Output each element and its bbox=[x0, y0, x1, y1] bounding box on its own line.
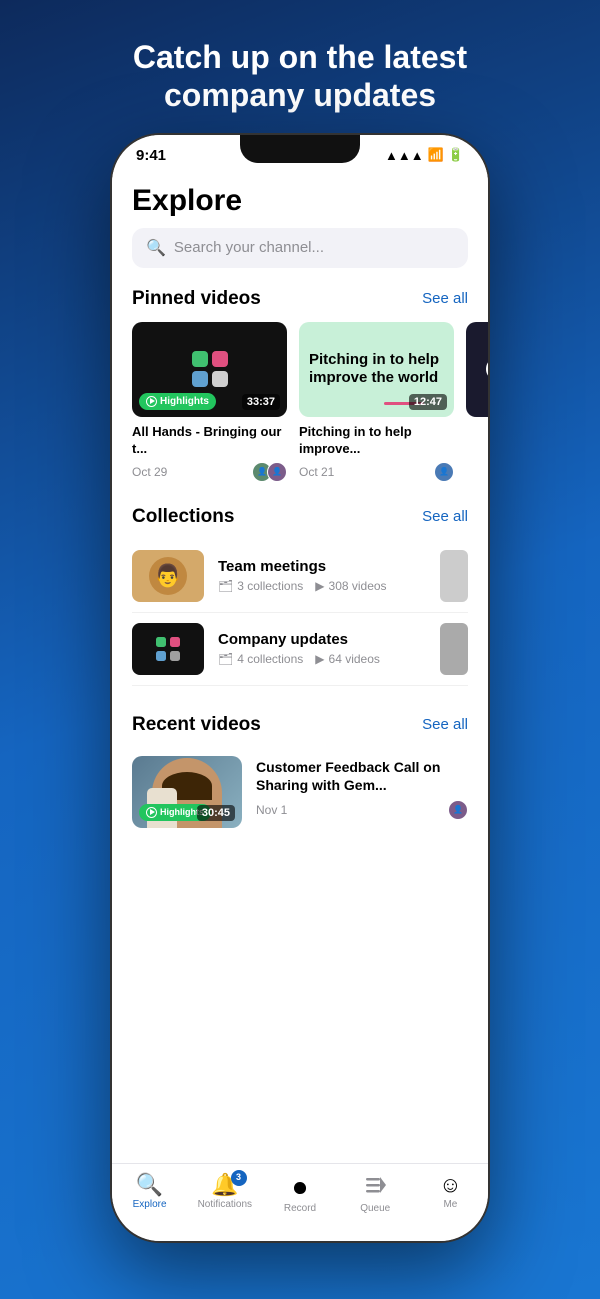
video-thumbnail-partial bbox=[466, 322, 488, 417]
highlights-badge: Highlights bbox=[139, 393, 216, 410]
notifications-icon: 🔔 3 bbox=[211, 1174, 238, 1196]
video-card-date: Oct 21 👤 bbox=[299, 462, 454, 482]
video-card[interactable]: Highlights 33:37 All Hands - Bringing ou… bbox=[132, 322, 287, 482]
collections-header: Collections See all bbox=[112, 502, 488, 540]
collection-name: Team meetings bbox=[218, 558, 426, 575]
pinned-videos-row: Highlights 33:37 All Hands - Bringing ou… bbox=[112, 322, 488, 502]
videos-count: ▶ 64 videos bbox=[315, 652, 380, 666]
list-item[interactable]: 👨 Team meetings 🗂 3 collections ▶ 308 vi… bbox=[132, 540, 468, 613]
explore-icon: 🔍 bbox=[136, 1174, 163, 1196]
videos-count: ▶ 308 videos bbox=[315, 579, 386, 593]
avatar: 👤 bbox=[267, 462, 287, 482]
app-logo-icon bbox=[186, 345, 234, 393]
collection-info: Company updates 🗂 4 collections ▶ 64 vid… bbox=[218, 631, 426, 666]
page-title: Explore bbox=[112, 170, 488, 228]
video-card-partial bbox=[466, 322, 488, 482]
top-headline: Catch up on the latest company updates bbox=[93, 0, 507, 133]
phone-content: Explore 🔍 Search your channel... Pinned … bbox=[112, 170, 488, 1172]
status-time: 9:41 bbox=[136, 147, 166, 164]
pinned-videos-see-all[interactable]: See all bbox=[422, 290, 468, 307]
tab-explore-label: Explore bbox=[133, 1199, 167, 1210]
queue-icon bbox=[364, 1174, 386, 1200]
video-icon: ▶ bbox=[315, 579, 324, 593]
video-title: Customer Feedback Call on Sharing with G… bbox=[256, 758, 468, 794]
duration-badge: 12:47 bbox=[409, 394, 447, 410]
collection-thumbnail: 👨 bbox=[132, 550, 204, 602]
recent-videos-title: Recent videos bbox=[132, 714, 261, 736]
video-thumbnail: Pitching in to help improve the world 12… bbox=[299, 322, 454, 417]
video-icon: ▶ bbox=[315, 652, 324, 666]
play-button-partial bbox=[486, 357, 488, 381]
tab-queue[interactable]: Queue bbox=[338, 1174, 413, 1214]
duration-badge: 33:37 bbox=[242, 394, 280, 410]
status-bar: 9:41 ▲▲▲ 📶 🔋 bbox=[112, 135, 488, 170]
collection-thumb-partial bbox=[440, 623, 468, 675]
search-placeholder-text: Search your channel... bbox=[174, 239, 324, 256]
collections-list: 👨 Team meetings 🗂 3 collections ▶ 308 vi… bbox=[112, 540, 488, 706]
collection-meta: 🗂 3 collections ▶ 308 videos bbox=[218, 579, 426, 593]
tab-record-label: Record bbox=[284, 1203, 316, 1214]
collections-count: 🗂 4 collections bbox=[218, 652, 303, 666]
collections-count: 🗂 3 collections bbox=[218, 579, 303, 593]
notch bbox=[240, 135, 360, 163]
avatar-group: 👤 👤 bbox=[252, 462, 287, 482]
phone-frame: 9:41 ▲▲▲ 📶 🔋 Explore 🔍 Search your chann… bbox=[110, 133, 490, 1243]
video-card-date: Oct 29 👤 👤 bbox=[132, 462, 287, 482]
collection-thumb-partial bbox=[440, 550, 468, 602]
recent-videos-see-all[interactable]: See all bbox=[422, 716, 468, 733]
list-item[interactable]: Highlights 30:45 Customer Feedback Call … bbox=[132, 748, 468, 836]
folder-icon: 🗂 bbox=[218, 579, 233, 593]
duration-badge: 30:45 bbox=[197, 805, 235, 821]
tab-notifications[interactable]: 🔔 3 Notifications bbox=[187, 1174, 262, 1210]
avatar-group: 👤 bbox=[434, 462, 454, 482]
app-logo-mini-icon bbox=[154, 635, 182, 663]
pinned-videos-title: Pinned videos bbox=[132, 288, 261, 310]
search-icon: 🔍 bbox=[146, 238, 166, 258]
tab-queue-label: Queue bbox=[360, 1203, 390, 1214]
recent-videos-list: Highlights 30:45 Customer Feedback Call … bbox=[112, 748, 488, 846]
collection-meta: 🗂 4 collections ▶ 64 videos bbox=[218, 652, 426, 666]
tab-me-label: Me bbox=[443, 1199, 457, 1210]
signal-icon: ▲▲▲ bbox=[385, 148, 424, 163]
recent-videos-header: Recent videos See all bbox=[112, 706, 488, 748]
tab-bar: 🔍 Explore 🔔 3 Notifications ⏺ Record bbox=[112, 1163, 488, 1241]
collections-title: Collections bbox=[132, 506, 234, 528]
me-icon: ☺ bbox=[439, 1174, 461, 1196]
avatar: 👤 bbox=[448, 800, 468, 820]
status-icons: ▲▲▲ 📶 🔋 bbox=[385, 147, 464, 163]
tab-explore[interactable]: 🔍 Explore bbox=[112, 1174, 187, 1210]
video-date: Nov 1 👤 bbox=[256, 800, 468, 820]
collection-name: Company updates bbox=[218, 631, 426, 648]
collection-thumbnail bbox=[132, 623, 204, 675]
list-item[interactable]: Company updates 🗂 4 collections ▶ 64 vid… bbox=[132, 613, 468, 686]
tab-me[interactable]: ☺ Me bbox=[413, 1174, 488, 1210]
video-card-title: Pitching in to help improve... bbox=[299, 424, 454, 458]
folder-icon: 🗂 bbox=[218, 652, 233, 666]
collections-see-all[interactable]: See all bbox=[422, 508, 468, 525]
battery-icon: 🔋 bbox=[448, 147, 464, 163]
video-thumbnail: Highlights 30:45 bbox=[132, 756, 242, 828]
tab-record[interactable]: ⏺ Record bbox=[262, 1174, 337, 1214]
wifi-icon: 📶 bbox=[428, 147, 444, 163]
video-card-title: All Hands - Bringing our t... bbox=[132, 424, 287, 458]
tab-notifications-label: Notifications bbox=[198, 1199, 252, 1210]
notification-badge: 3 bbox=[231, 1170, 247, 1186]
collection-info: Team meetings 🗂 3 collections ▶ 308 vide… bbox=[218, 558, 426, 593]
pinned-videos-header: Pinned videos See all bbox=[112, 284, 488, 322]
video-info: Customer Feedback Call on Sharing with G… bbox=[256, 756, 468, 820]
video-thumbnail: Highlights 33:37 bbox=[132, 322, 287, 417]
avatar: 👤 bbox=[434, 462, 454, 482]
video-card[interactable]: Pitching in to help improve the world 12… bbox=[299, 322, 454, 482]
record-icon: ⏺ bbox=[294, 1174, 307, 1200]
search-bar[interactable]: 🔍 Search your channel... bbox=[132, 228, 468, 268]
